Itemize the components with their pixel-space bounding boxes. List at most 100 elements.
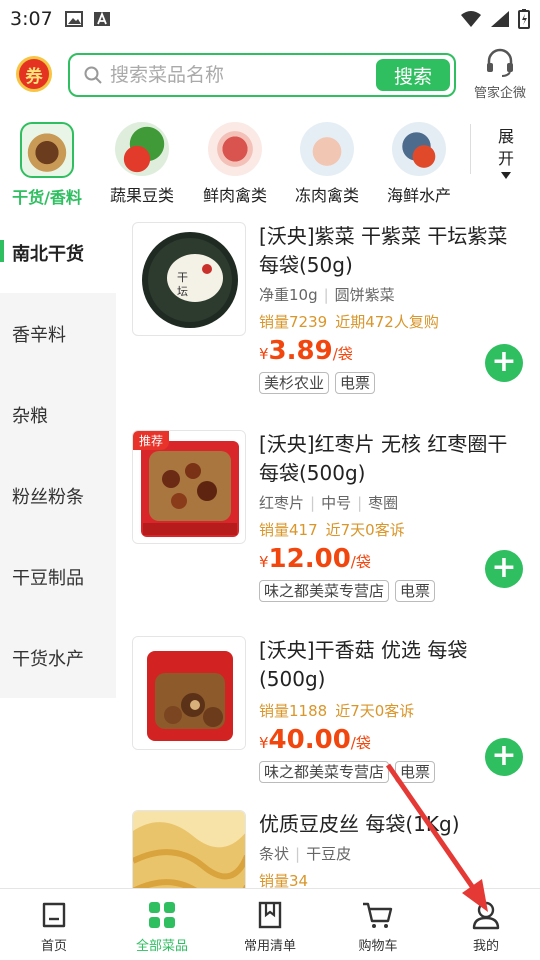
price-currency: ¥ [259, 553, 269, 571]
status-bar: 3:07 [0, 0, 540, 38]
coupon-label: 券 [25, 66, 43, 87]
spec-text: 中号 [321, 494, 352, 512]
image-icon [64, 11, 83, 27]
product-info: 优质豆皮丝 每袋(1Kg) 条状 | 干豆皮 销量34 [259, 810, 529, 888]
sidebar-item-grains[interactable]: 杂粮 [0, 374, 116, 455]
expand-button[interactable]: 展 开 [486, 126, 526, 179]
product-list: 干坛 [沃央]紫菜 干紫菜 干坛紫菜 每袋(50g) 净重10g | 圆饼紫菜 销量… [116, 212, 540, 888]
category-label: 鲜肉禽类 [202, 186, 267, 205]
category-label: 海鲜水产 [386, 186, 451, 205]
sales-count: 销量7239 [259, 313, 328, 331]
product-title[interactable]: [沃央]紫菜 干紫菜 干坛紫菜 每袋(50g) [259, 222, 529, 280]
svg-text:干: 干 [177, 271, 188, 284]
home-icon [42, 902, 66, 928]
product-sales: 销量1188 近7天0客诉 [259, 700, 529, 721]
spec-separator: | [323, 286, 329, 304]
product-card[interactable]: 优质豆皮丝 每袋(1Kg) 条状 | 干豆皮 销量34 [116, 800, 540, 888]
shop-tag: 味之都美菜专营店 [259, 580, 390, 602]
price-currency: ¥ [259, 345, 269, 363]
nav-label: 我的 [472, 939, 499, 954]
wifi-icon [461, 11, 481, 27]
header: 券 搜索 管家企微 [0, 46, 540, 106]
category-seafood[interactable]: 海鲜水产 [376, 118, 462, 206]
battery-icon [518, 9, 530, 29]
product-card[interactable]: 推荐 [沃央]红枣片 无核 红枣圈干 每袋(500g) 红枣片 | 中号 | 枣圈 销量… [116, 420, 540, 622]
frozen-meat-icon [300, 122, 354, 176]
spec-text: 红枣片 [259, 494, 305, 512]
price-unit: /袋 [350, 734, 371, 752]
nav-all-products[interactable]: 全部菜品 [108, 889, 216, 960]
nav-label: 全部菜品 [135, 939, 188, 954]
product-image[interactable] [132, 810, 246, 888]
product-card[interactable]: 干坛 [沃央]紫菜 干紫菜 干坛紫菜 每袋(50g) 净重10g | 圆饼紫菜 销量… [116, 212, 540, 414]
nav-home[interactable]: 首页 [0, 889, 108, 960]
add-to-cart-button[interactable]: + [485, 738, 523, 776]
invoice-tag: 电票 [335, 372, 376, 394]
product-title[interactable]: [沃央]红枣片 无核 红枣圈干 每袋(500g) [259, 430, 529, 488]
nav-label: 首页 [40, 939, 67, 954]
category-dried-goods[interactable]: 干货/香料 [4, 118, 90, 208]
headset-icon [487, 48, 513, 77]
category-label: 冻肉禽类 [294, 186, 359, 205]
product-sales: 销量7239 近期472人复购 [259, 311, 529, 332]
sales-count: 销量1188 [259, 702, 328, 720]
product-sales: 销量34 [259, 870, 529, 888]
subcategory-sidebar: 南北干货 香辛料 杂粮 粉丝粉条 干豆制品 干货水产 [0, 212, 116, 698]
search-input[interactable] [110, 64, 370, 86]
nav-common-list[interactable]: 常用清单 [216, 889, 324, 960]
sidebar-item-spices[interactable]: 香辛料 [0, 293, 116, 374]
product-card[interactable]: [沃央]干香菇 优选 每袋(500g) 销量1188 近7天0客诉 ¥40.00/… [116, 626, 540, 808]
product-image[interactable]: 干坛 [132, 222, 246, 336]
category-frozen-meat[interactable]: 冻肉禽类 [284, 118, 370, 206]
expand-label: 开 [497, 149, 514, 168]
steward-label: 管家企微 [473, 86, 526, 101]
complaint-text: 近7天0客诉 [325, 521, 405, 539]
sidebar-item-dry-goods[interactable]: 南北干货 [0, 212, 116, 293]
coupon-button[interactable]: 券 [16, 56, 52, 92]
text-icon [93, 11, 110, 26]
spec-text: 干豆皮 [306, 845, 352, 863]
spec-text: 圆饼紫菜 [334, 286, 395, 304]
spec-separator: | [310, 494, 316, 512]
fresh-meat-icon [208, 122, 262, 176]
user-icon [472, 901, 500, 930]
nav-label: 常用清单 [243, 939, 296, 954]
nav-label: 购物车 [358, 939, 398, 954]
shop-tag: 味之都美菜专营店 [259, 761, 390, 783]
add-to-cart-button[interactable]: + [485, 344, 523, 382]
category-row: 干货/香料 蔬果豆类 鲜肉禽类 冻肉禽类 海鲜水产 展 开 [0, 118, 540, 210]
add-to-cart-button[interactable]: + [485, 550, 523, 588]
sales-count: 销量417 [259, 521, 318, 539]
nav-mine[interactable]: 我的 [432, 889, 540, 960]
sidebar-item-dried-seafood[interactable]: 干货水产 [0, 617, 116, 698]
price-currency: ¥ [259, 734, 269, 752]
category-fresh-meat[interactable]: 鲜肉禽类 [192, 118, 278, 206]
dried-goods-icon [20, 122, 74, 178]
product-specs: 条状 | 干豆皮 [259, 843, 529, 864]
product-image[interactable] [132, 636, 246, 750]
plus-icon: + [491, 344, 517, 379]
price-value: 3.89 [268, 336, 333, 366]
invoice-tag: 电票 [395, 761, 436, 783]
caret-down-icon [501, 172, 511, 179]
search-bar[interactable]: 搜索 [68, 53, 456, 97]
price-value: 12.00 [268, 544, 351, 574]
spec-text: 条状 [259, 845, 290, 863]
category-vegetables[interactable]: 蔬果豆类 [99, 118, 185, 206]
spec-separator: | [357, 494, 363, 512]
search-button[interactable]: 搜索 [376, 59, 450, 91]
seafood-icon [392, 122, 446, 176]
price-value: 40.00 [268, 725, 351, 755]
sidebar-item-dried-tofu[interactable]: 干豆制品 [0, 536, 116, 617]
product-title[interactable]: [沃央]干香菇 优选 每袋(500g) [259, 636, 529, 694]
grid-icon [149, 902, 175, 928]
divider [470, 124, 471, 174]
complaint-text: 近7天0客诉 [335, 702, 415, 720]
product-image[interactable]: 推荐 [132, 430, 246, 544]
invoice-tag: 电票 [395, 580, 436, 602]
plus-icon: + [491, 738, 517, 773]
sidebar-item-vermicelli[interactable]: 粉丝粉条 [0, 455, 116, 536]
nav-cart[interactable]: 购物车 [324, 889, 432, 960]
product-title[interactable]: 优质豆皮丝 每袋(1Kg) [259, 810, 529, 839]
steward-wecom-button[interactable]: 管家企微 [466, 46, 534, 101]
